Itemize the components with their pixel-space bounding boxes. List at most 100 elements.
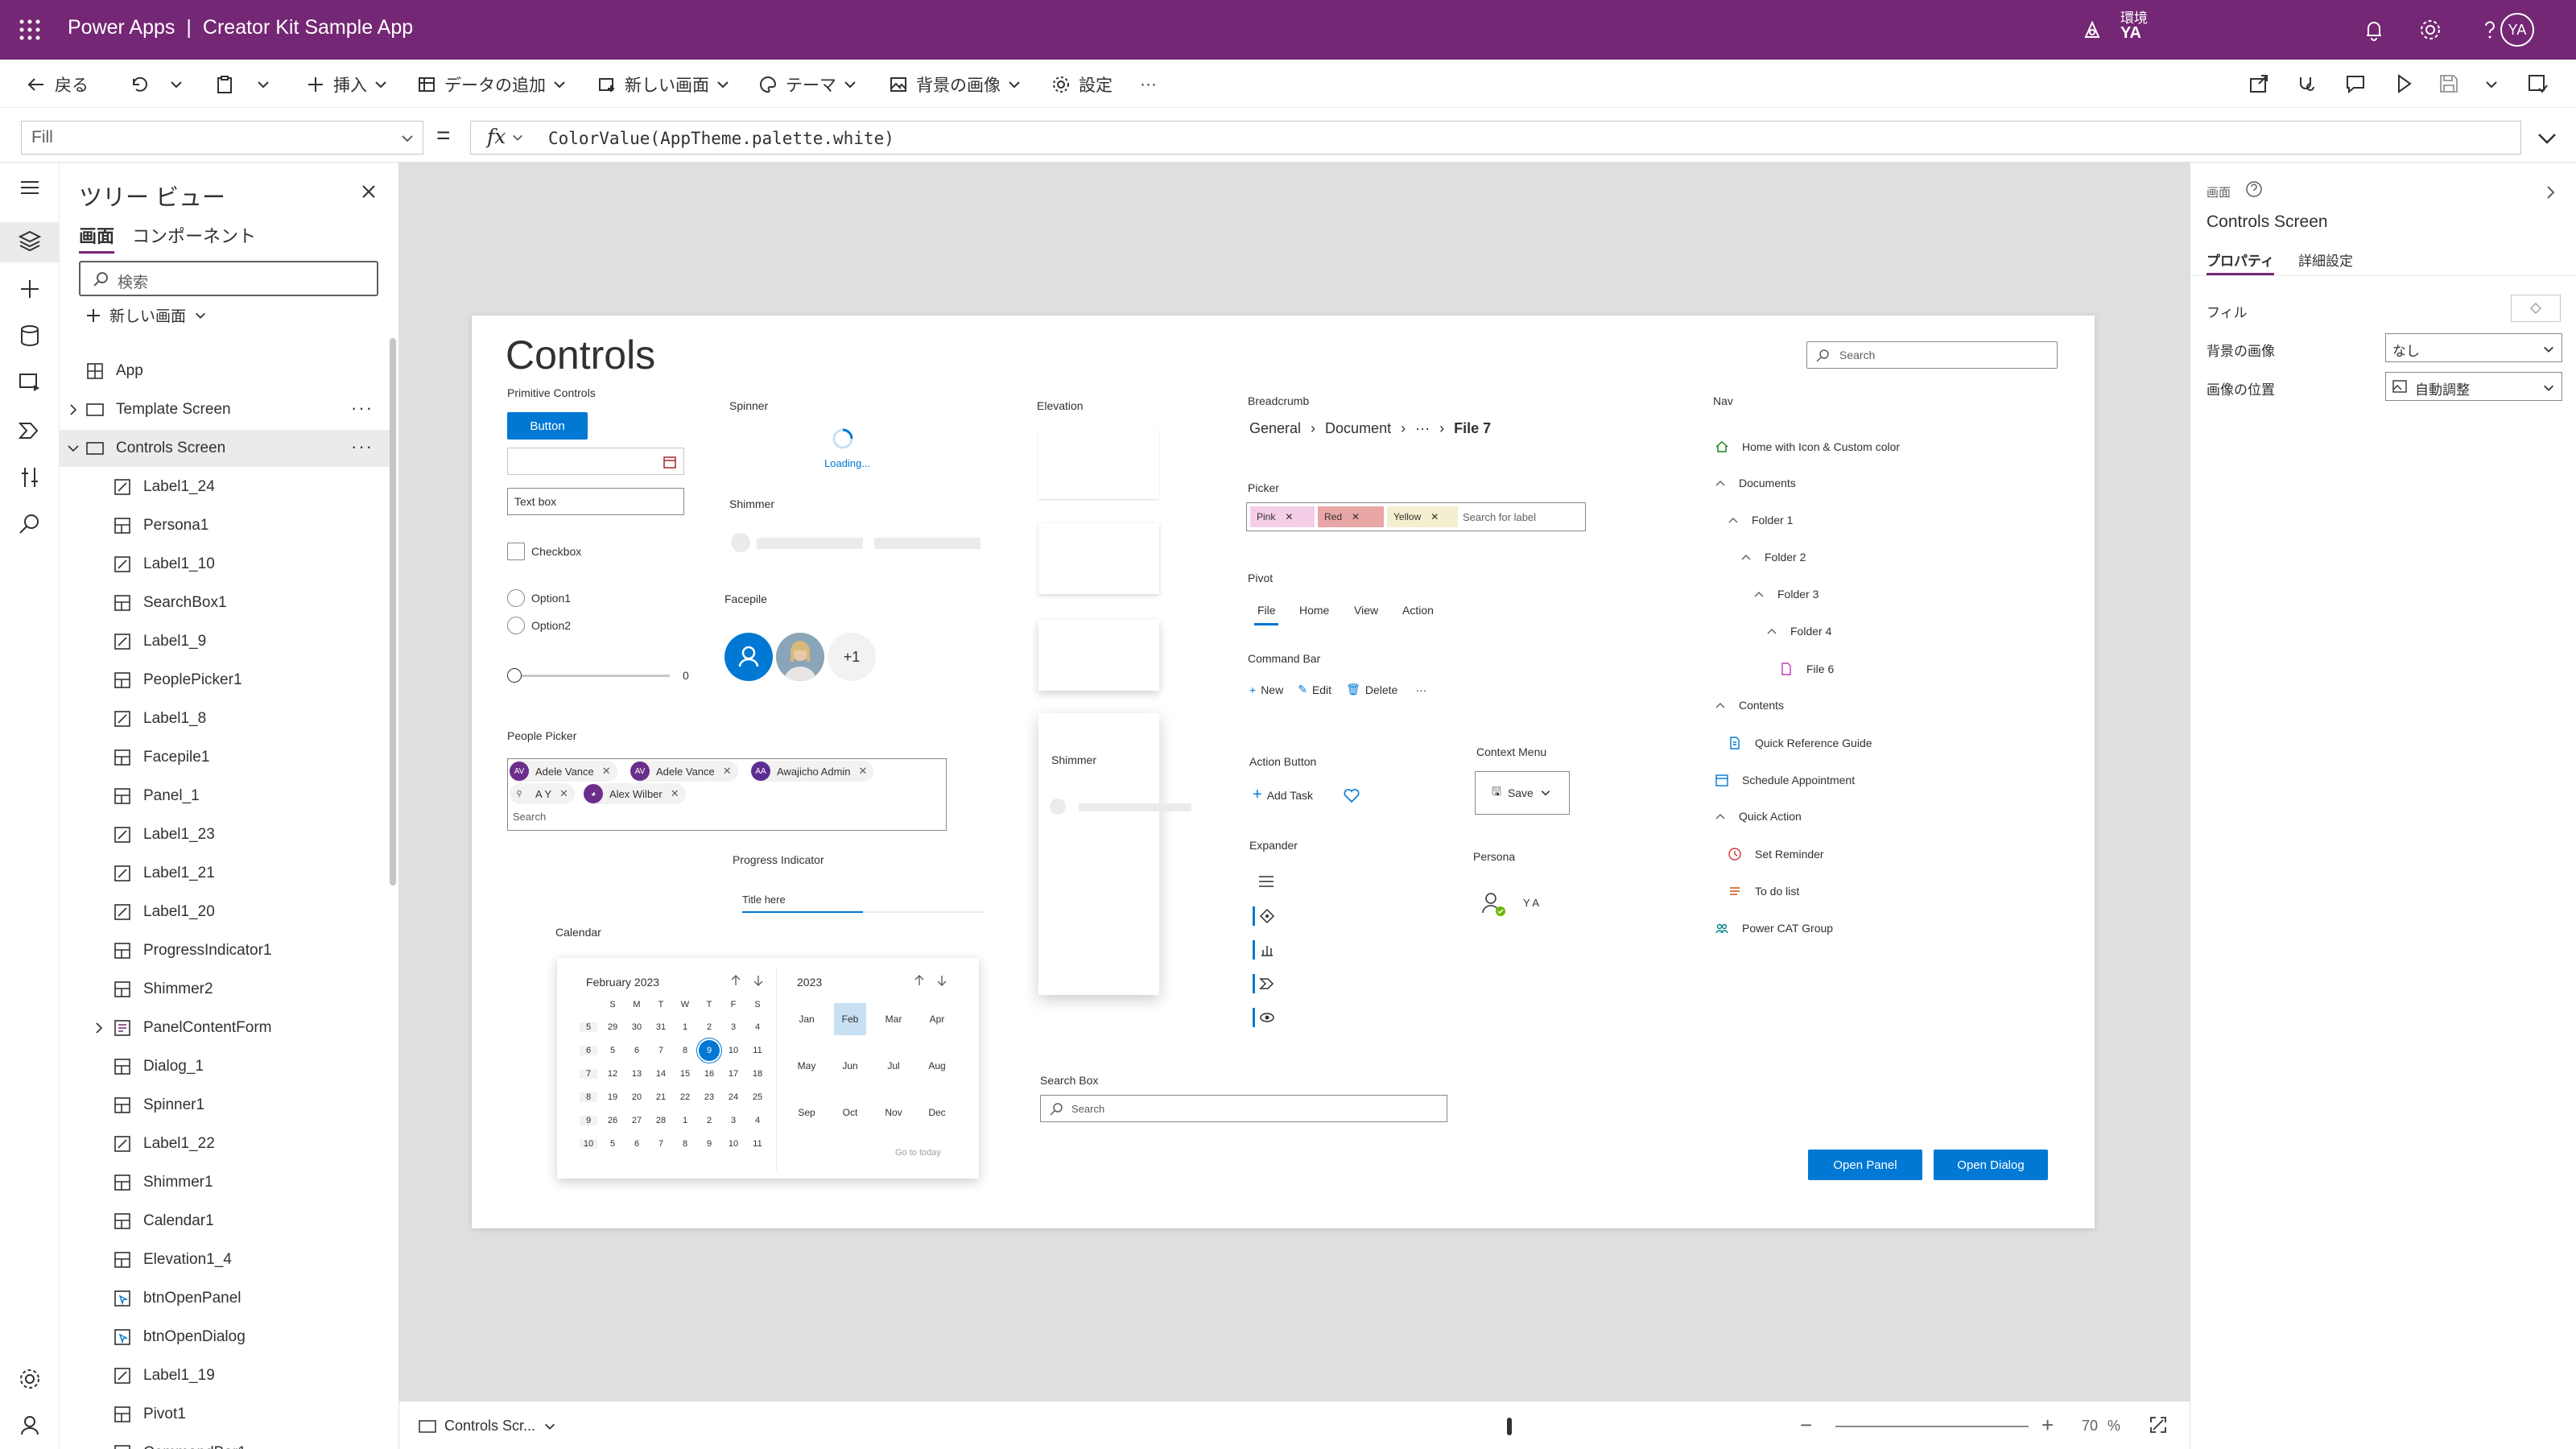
close-icon[interactable] <box>357 180 380 203</box>
remove-icon[interactable]: ✕ <box>1430 511 1439 522</box>
arrow-down-icon[interactable] <box>935 974 948 987</box>
pivot-tab-view[interactable]: View <box>1354 604 1378 617</box>
tree-node[interactable]: Template Screen ··· <box>60 391 390 428</box>
header-search-box[interactable]: Search <box>1806 341 2058 369</box>
nav-item[interactable]: Contents <box>1715 699 1784 712</box>
tree-node[interactable]: btnOpenPanel <box>60 1280 390 1317</box>
calendar-day[interactable]: 3 <box>723 1022 744 1032</box>
notification-bell-icon[interactable] <box>2360 16 2388 43</box>
tree-node[interactable]: Panel_1 <box>60 778 390 815</box>
background-image-button[interactable]: 背景の画像 <box>889 71 1022 98</box>
publish-icon[interactable] <box>2526 72 2549 95</box>
tree-node[interactable]: Label1_9 <box>60 623 390 660</box>
calendar-month[interactable]: Jan <box>791 1003 823 1035</box>
tree-node[interactable]: PanelContentForm <box>60 1009 390 1046</box>
calendar-month[interactable]: Dec <box>921 1096 953 1129</box>
calendar-day[interactable]: 6 <box>626 1046 647 1055</box>
pivot-tab-action[interactable]: Action <box>1402 604 1434 617</box>
calendar-day[interactable]: 21 <box>650 1092 671 1102</box>
image-position-dropdown[interactable]: 自動調整 <box>2385 372 2562 401</box>
screen-selector[interactable]: Controls Scr... <box>419 1418 556 1435</box>
calendar-day[interactable]: 1 <box>675 1116 696 1125</box>
tab-advanced[interactable]: 詳細設定 <box>2298 250 2353 270</box>
calendar-icon[interactable] <box>663 455 677 469</box>
tree-node[interactable]: Calendar1 <box>60 1203 390 1240</box>
tree-node[interactable]: ProgressIndicator1 <box>60 932 390 969</box>
tree-view-layers-icon[interactable] <box>16 227 43 254</box>
calendar-month[interactable]: Nov <box>877 1096 910 1129</box>
nav-item[interactable]: File 6 <box>1779 662 1834 676</box>
calendar-day[interactable]: 19 <box>602 1092 623 1102</box>
add-data-button[interactable]: データの追加 <box>417 71 567 98</box>
calendar-day[interactable]: 5 <box>602 1139 623 1149</box>
breadcrumb-item[interactable]: Document <box>1325 420 1391 437</box>
flow-icon[interactable] <box>1259 976 1275 992</box>
tree-node[interactable]: btnOpenDialog <box>60 1319 390 1356</box>
zoom-slider-track[interactable] <box>1835 1426 2029 1427</box>
zoom-out-button[interactable]: − <box>1800 1413 1812 1438</box>
calendar-day[interactable]: 31 <box>650 1022 671 1032</box>
app-launcher-icon[interactable] <box>18 18 42 42</box>
more-options-icon[interactable]: ··· <box>351 398 374 419</box>
environment-icon[interactable] <box>2079 16 2106 43</box>
background-image-dropdown[interactable]: なし <box>2385 333 2562 362</box>
tree-node[interactable]: Facepile1 <box>60 739 390 776</box>
back-button[interactable]: 戻る <box>26 71 89 98</box>
calendar-month[interactable]: May <box>791 1050 823 1082</box>
calendar-day[interactable]: 7 <box>650 1046 671 1055</box>
slider-track[interactable] <box>514 675 670 677</box>
new-screen-button[interactable]: 新しい画面 <box>597 71 730 98</box>
sample-button[interactable]: Button <box>507 412 588 440</box>
nav-item[interactable]: Quick Action <box>1715 810 1802 823</box>
zoom-slider-thumb[interactable] <box>1507 1418 1513 1435</box>
app-checker-icon[interactable] <box>2296 72 2318 95</box>
remove-icon[interactable]: ✕ <box>559 787 568 800</box>
save-icon[interactable] <box>2438 72 2460 95</box>
calendar-day[interactable]: 6 <box>626 1139 647 1149</box>
calendar-day[interactable]: 30 <box>626 1022 647 1032</box>
tree-node[interactable]: SearchBox1 <box>60 584 390 621</box>
property-dropdown[interactable]: Fill <box>21 121 423 155</box>
tree-node[interactable]: Shimmer1 <box>60 1164 390 1201</box>
people-search-placeholder[interactable]: Search <box>513 811 546 823</box>
nav-item[interactable]: Quick Reference Guide <box>1728 736 1872 750</box>
hamburger-menu-icon[interactable] <box>16 174 43 201</box>
calendar-day[interactable]: 10 <box>723 1139 744 1149</box>
tree-node[interactable]: Label1_22 <box>60 1125 390 1162</box>
open-dialog-button[interactable]: Open Dialog <box>1934 1150 2048 1180</box>
eye-icon[interactable] <box>1259 1009 1275 1026</box>
paste-menu-button[interactable] <box>256 71 279 98</box>
search-icon[interactable] <box>16 510 43 538</box>
calendar-day[interactable]: 11 <box>747 1046 768 1055</box>
chevron-down-icon[interactable] <box>2484 77 2499 92</box>
nav-item[interactable]: Folder 1 <box>1728 514 1793 526</box>
nav-item[interactable]: Folder 2 <box>1740 551 1806 564</box>
calendar-day[interactable]: 10 <box>723 1046 744 1055</box>
formula-text[interactable]: ColorValue(AppTheme.palette.white) <box>548 129 894 148</box>
persona-avatar[interactable] <box>1478 889 1507 918</box>
environment-name[interactable]: YA <box>2120 24 2141 43</box>
share-icon[interactable] <box>2248 72 2270 95</box>
remove-icon[interactable]: ✕ <box>1285 511 1293 522</box>
chevron-right-icon[interactable] <box>66 402 80 417</box>
calendar-year-title[interactable]: 2023 <box>797 976 822 989</box>
more-options-icon[interactable]: ··· <box>351 436 374 457</box>
settings-button[interactable]: 設定 <box>1051 71 1113 98</box>
pivot-tab-file[interactable]: File <box>1257 604 1276 617</box>
calendar-month[interactable]: Jul <box>877 1050 910 1082</box>
calendar-day[interactable]: 4 <box>747 1022 768 1032</box>
tab-properties[interactable]: プロパティ <box>2207 250 2274 275</box>
calendar-day[interactable]: 25 <box>747 1092 768 1102</box>
calendar-month[interactable]: Feb <box>834 1003 866 1035</box>
calendar-day[interactable]: 20 <box>626 1092 647 1102</box>
calendar-day[interactable]: 23 <box>699 1092 720 1102</box>
tab-components[interactable]: コンポーネント <box>132 222 256 248</box>
calendar-day[interactable]: 7 <box>650 1139 671 1149</box>
person-chip[interactable]: ⚲ A Y ✕ <box>510 783 575 804</box>
advanced-tools-icon[interactable] <box>16 464 43 491</box>
person-chip[interactable]: AV Adele Vance ✕ <box>510 761 617 782</box>
open-panel-button[interactable]: Open Panel <box>1808 1150 1922 1180</box>
arrow-down-icon[interactable] <box>752 974 765 987</box>
calendar-day[interactable]: 29 <box>602 1022 623 1032</box>
help-icon[interactable] <box>2476 16 2504 43</box>
